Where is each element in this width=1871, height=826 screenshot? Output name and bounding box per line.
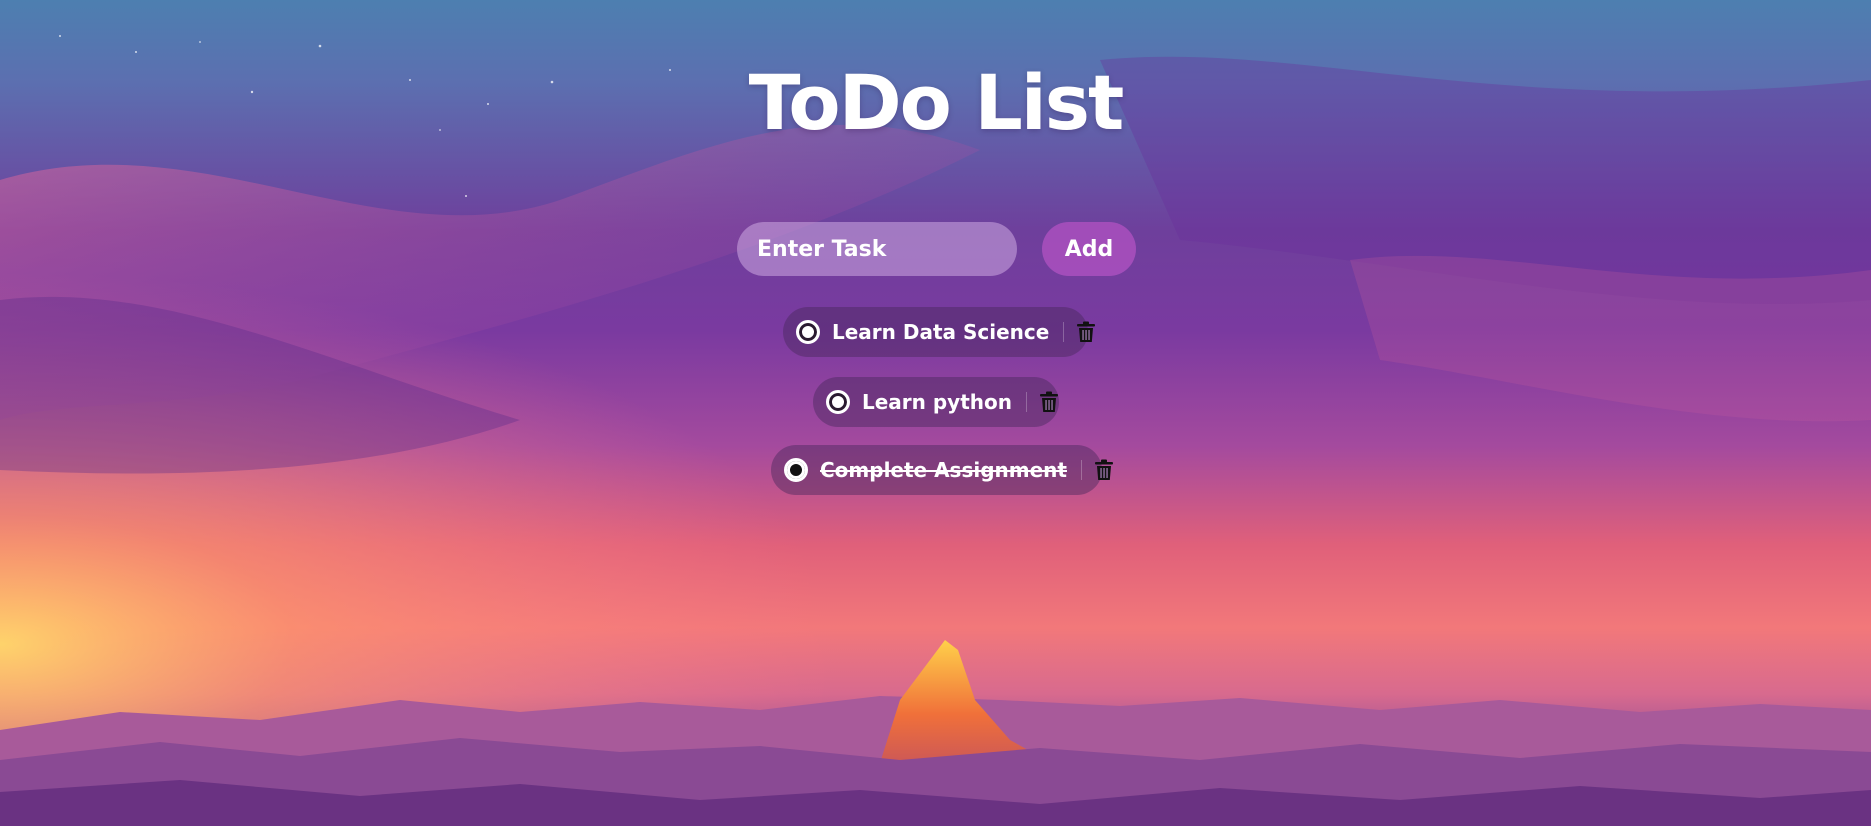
task-item-learn-data-science: Learn Data Science [783,307,1096,357]
trash-icon[interactable] [1076,321,1096,343]
task-item-complete-assignment: Complete Assignment [771,445,1113,495]
task-input[interactable] [737,222,1017,276]
task-divider [1080,460,1082,480]
add-button[interactable]: Add [1042,222,1136,276]
trash-icon[interactable] [1094,459,1114,481]
page-title: ToDo List [748,58,1125,147]
radio-circle-icon[interactable] [784,458,808,482]
todo-app: ToDo List Add Learn Data Science Learn p… [0,0,1871,826]
radio-circle-icon[interactable] [796,320,820,344]
task-label[interactable]: Learn Data Science [832,320,1049,344]
radio-circle-icon[interactable] [826,390,850,414]
task-label[interactable]: Learn python [862,390,1012,414]
task-item-learn-python: Learn python [813,377,1059,427]
task-label[interactable]: Complete Assignment [820,458,1067,482]
task-divider [1026,392,1027,412]
task-divider [1063,322,1065,342]
trash-icon[interactable] [1039,391,1059,413]
